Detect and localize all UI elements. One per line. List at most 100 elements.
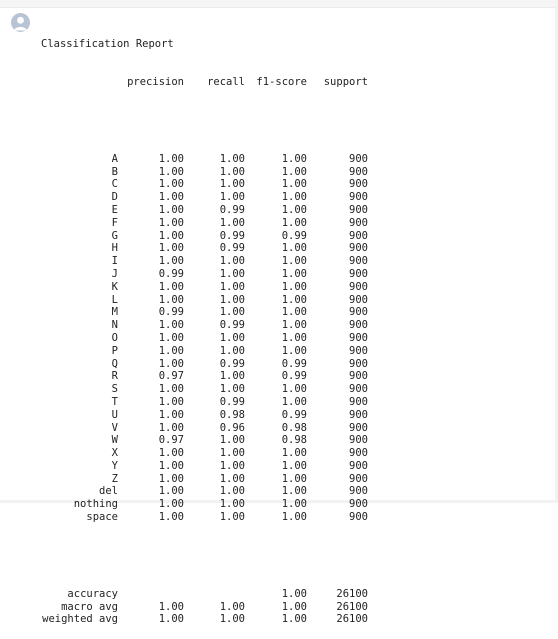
precision-value: 1.00 [158, 408, 184, 421]
report-row: H 1.00 0.99 1.00 900 [41, 242, 368, 255]
recall-value: 1.00 [219, 485, 245, 498]
precision-value: 1.00 [158, 331, 184, 344]
row-label: K [111, 280, 118, 293]
row-label: macro avg [61, 600, 118, 613]
precision-value: 1.00 [158, 319, 184, 332]
row-label: R [111, 370, 118, 383]
report-row: N 1.00 0.99 1.00 900 [41, 319, 368, 332]
row-label: J [111, 267, 118, 280]
f1-score-value: 1.00 [281, 511, 307, 524]
support-value: 900 [349, 255, 368, 268]
report-row: R 0.97 1.00 0.99 900 [41, 370, 368, 383]
summary-row: accuracy 1.00 26100 [41, 588, 368, 601]
precision-value: 1.00 [158, 242, 184, 255]
precision-value: 1.00 [158, 191, 184, 204]
report-row: F 1.00 1.00 1.00 900 [41, 217, 368, 230]
support-value: 900 [349, 331, 368, 344]
report-row: J 0.99 1.00 1.00 900 [41, 268, 368, 281]
f1-score-value: 1.00 [281, 306, 307, 319]
report-row: M 0.99 1.00 1.00 900 [41, 306, 368, 319]
row-label: weighted avg [42, 613, 118, 626]
report-row: I 1.00 1.00 1.00 900 [41, 255, 368, 268]
support-value: 26100 [336, 600, 368, 613]
report-row: B 1.00 1.00 1.00 900 [41, 166, 368, 179]
support-value: 900 [349, 242, 368, 255]
precision-value: 1.00 [158, 421, 184, 434]
support-value: 900 [349, 267, 368, 280]
precision-value: 0.97 [158, 370, 184, 383]
support-value: 900 [349, 498, 368, 511]
precision-value: 1.00 [158, 293, 184, 306]
recall-value: 1.00 [219, 344, 245, 357]
support-value: 900 [349, 447, 368, 460]
recall-value: 0.98 [219, 408, 245, 421]
precision-value: 1.00 [158, 280, 184, 293]
precision-value: 1.00 [158, 165, 184, 178]
precision-value: 1.00 [158, 344, 184, 357]
recall-value: 0.99 [219, 242, 245, 255]
report-row: S 1.00 1.00 1.00 900 [41, 383, 368, 396]
support-value: 900 [349, 229, 368, 242]
report-row: P 1.00 1.00 1.00 900 [41, 345, 368, 358]
support-value: 900 [349, 421, 368, 434]
recall-value: 0.99 [219, 357, 245, 370]
f1-score-value: 1.00 [281, 613, 307, 626]
row-label: S [111, 383, 118, 396]
support-value: 900 [349, 165, 368, 178]
report-row: O 1.00 1.00 1.00 900 [41, 332, 368, 345]
f1-score-value: 1.00 [281, 165, 307, 178]
recall-value: 1.00 [219, 331, 245, 344]
f1-score-value: 1.00 [281, 178, 307, 191]
f1-score-value: 1.00 [281, 242, 307, 255]
precision-value: 1.00 [158, 152, 184, 165]
recall-value: 0.96 [219, 421, 245, 434]
row-label: Z [111, 472, 118, 485]
recall-value: 1.00 [219, 280, 245, 293]
precision-value: 1.00 [158, 178, 184, 191]
precision-value: 1.00 [158, 472, 184, 485]
row-label: Q [111, 357, 118, 370]
support-value: 900 [349, 191, 368, 204]
f1-score-value: 1.00 [281, 395, 307, 408]
f1-score-value: 1.00 [281, 203, 307, 216]
support-value: 900 [349, 178, 368, 191]
user-avatar-icon [11, 13, 30, 32]
row-label: space [86, 511, 118, 524]
f1-score-value: 1.00 [281, 447, 307, 460]
recall-value: 1.00 [219, 191, 245, 204]
report-row: W 0.97 1.00 0.98 900 [41, 434, 368, 447]
f1-score-value: 1.00 [281, 191, 307, 204]
row-label: U [111, 408, 118, 421]
f1-score-value: 1.00 [281, 319, 307, 332]
recall-value: 1.00 [219, 178, 245, 191]
report-row: A 1.00 1.00 1.00 900 [41, 153, 368, 166]
report-row: U 1.00 0.98 0.99 900 [41, 409, 368, 422]
row-label: E [111, 203, 118, 216]
row-label: V [111, 421, 118, 434]
f1-score-value: 1.00 [281, 485, 307, 498]
recall-value: 1.00 [219, 613, 245, 626]
row-label: T [111, 395, 118, 408]
row-label: del [99, 485, 118, 498]
report-row: del 1.00 1.00 1.00 900 [41, 485, 368, 498]
recall-value: 0.99 [219, 203, 245, 216]
row-label: A [111, 152, 118, 165]
precision-value: 1.00 [158, 613, 184, 626]
row-label: O [111, 331, 118, 344]
support-value: 900 [349, 459, 368, 472]
support-value: 900 [349, 472, 368, 485]
support-value: 900 [349, 306, 368, 319]
f1-score-value: 1.00 [281, 498, 307, 511]
recall-value: 1.00 [219, 498, 245, 511]
recall-value: 0.99 [219, 395, 245, 408]
support-value: 900 [349, 203, 368, 216]
row-label: P [111, 344, 118, 357]
report-row: D 1.00 1.00 1.00 900 [41, 191, 368, 204]
precision-value: 0.99 [158, 267, 184, 280]
recall-value: 1.00 [219, 267, 245, 280]
report-row: nothing 1.00 1.00 1.00 900 [41, 498, 368, 511]
support-value: 900 [349, 216, 368, 229]
recall-value: 1.00 [219, 152, 245, 165]
row-label: N [111, 319, 118, 332]
recall-value: 1.00 [219, 216, 245, 229]
